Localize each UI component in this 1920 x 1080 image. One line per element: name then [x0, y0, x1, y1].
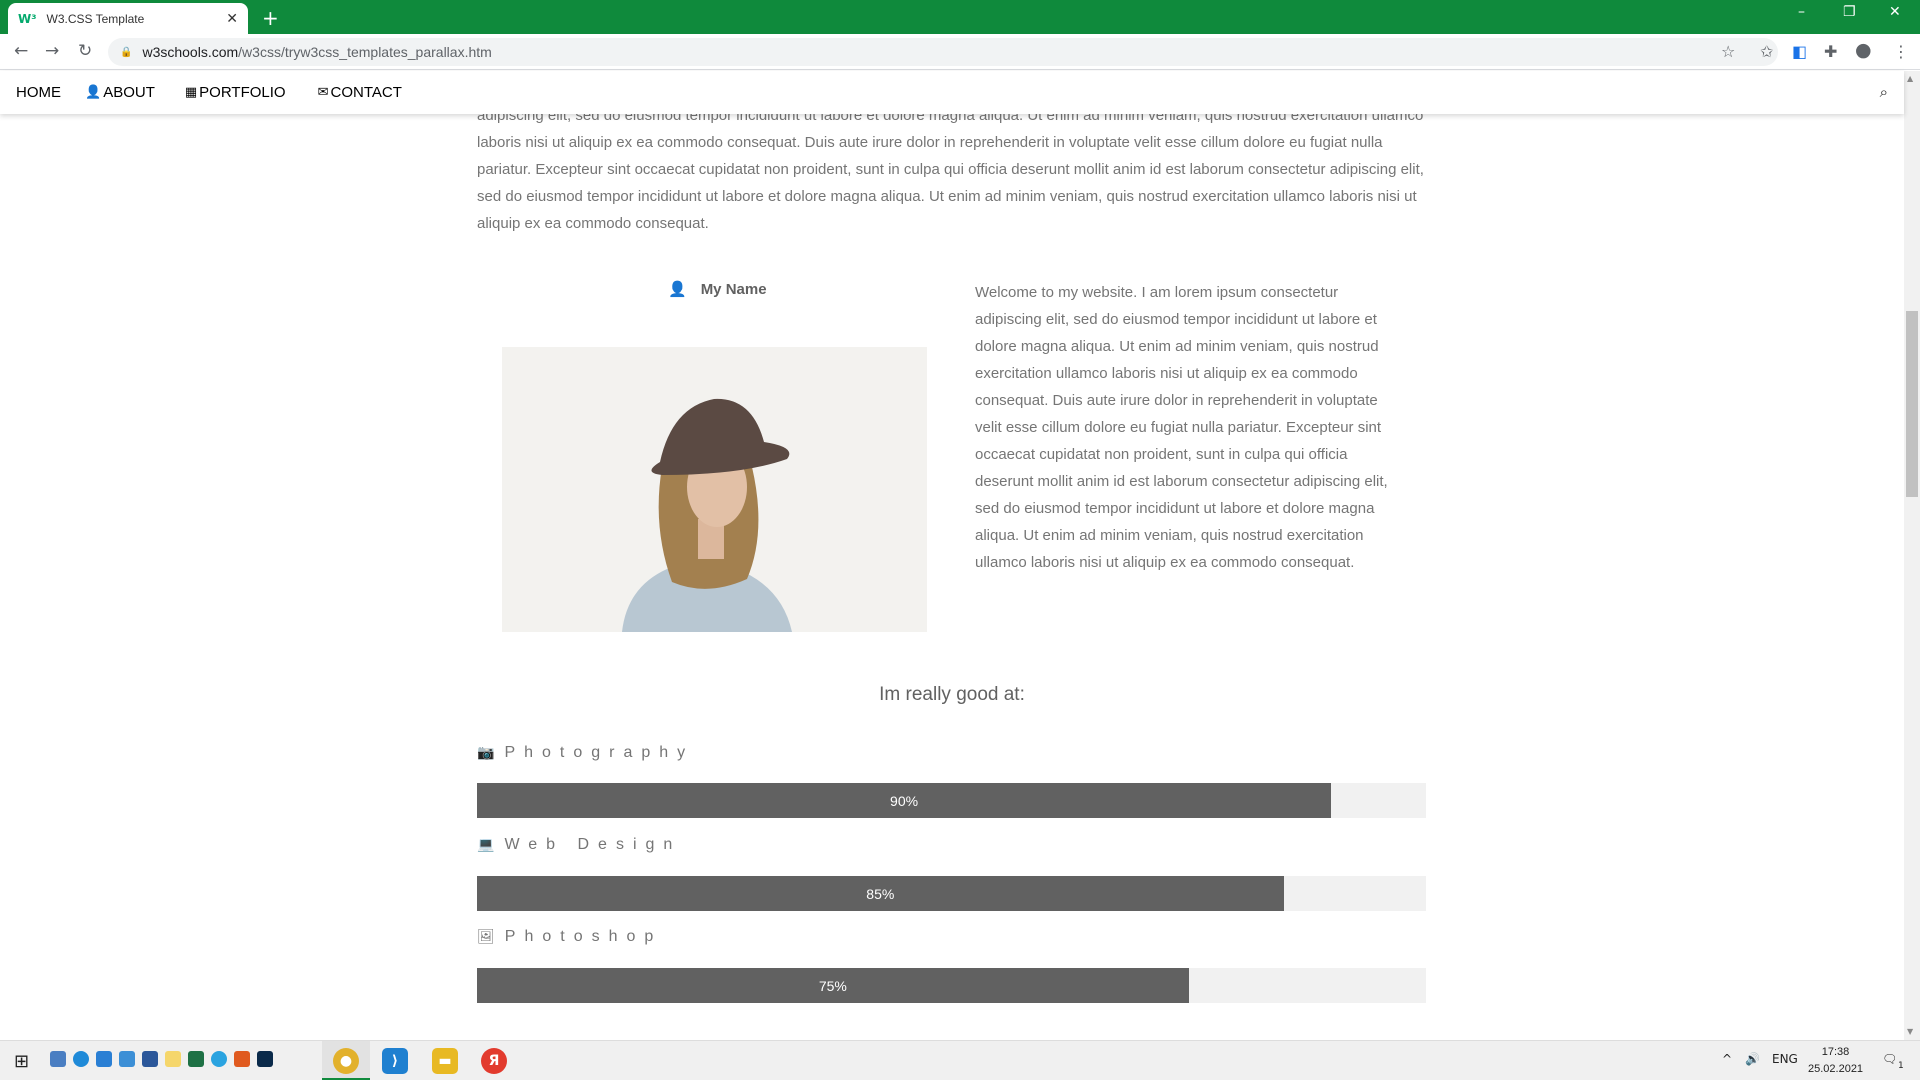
- skill-bar-web-design: 85%: [477, 876, 1426, 911]
- tab-close-icon[interactable]: ✕: [226, 11, 238, 27]
- site-navbar: HOME 👤 ABOUT ▦ PORTFOLIO ✉ CONTACT ⌕: [0, 71, 1904, 114]
- url-path: /w3css/tryw3css_templates_parallax.htm: [238, 44, 492, 60]
- envelope-icon: ✉: [317, 85, 329, 100]
- profile-name-text: My Name: [700, 281, 767, 298]
- telegram-icon[interactable]: [211, 1051, 227, 1067]
- nav-home-link[interactable]: HOME: [0, 71, 77, 114]
- skill-percent: 90%: [890, 792, 919, 809]
- nav-contact-label: CONTACT: [330, 84, 402, 101]
- forward-arrow-icon[interactable]: →: [45, 41, 59, 61]
- vscode-icon[interactable]: ⟩: [382, 1048, 408, 1074]
- file-explorer-icon[interactable]: ▬: [432, 1048, 458, 1074]
- user-icon: 👤: [85, 85, 102, 100]
- url-host: w3schools.com: [142, 44, 239, 60]
- clock-time: 17:38: [1821, 1046, 1850, 1058]
- nav-portfolio-label: PORTFOLIO: [199, 84, 286, 101]
- skill-bar-photoshop: 75%: [477, 968, 1426, 1003]
- nav-contact-link[interactable]: ✉ CONTACT: [302, 71, 418, 114]
- vscode-small-icon[interactable]: [96, 1051, 112, 1067]
- window-close-button[interactable]: ✕: [1889, 4, 1901, 20]
- notification-center-icon[interactable]: 🗨: [1882, 1052, 1897, 1066]
- bookmark-star-icon[interactable]: ☆: [1721, 42, 1735, 61]
- skill-percent: 85%: [866, 885, 895, 902]
- windows-start-icon[interactable]: ⊞: [14, 1051, 29, 1072]
- edge-browser-icon[interactable]: [73, 1051, 89, 1067]
- grid-icon: ▦: [184, 85, 198, 100]
- laptop-icon: 💻: [477, 837, 495, 853]
- scroll-down-arrow-icon[interactable]: ▼: [1907, 1027, 1913, 1036]
- menu-kebab-icon[interactable]: ⋮: [1893, 42, 1909, 61]
- sublime-icon[interactable]: [234, 1051, 250, 1067]
- image-icon: 🖼: [477, 929, 495, 945]
- profile-avatar-icon[interactable]: ●: [1855, 39, 1872, 61]
- reading-list-icon[interactable]: ✩: [1760, 42, 1773, 61]
- skill-label-web-design: 💻 Web Design: [477, 836, 681, 854]
- bio-paragraph: Welcome to my website. I am lorem ipsum …: [975, 284, 1388, 571]
- skill-label-photoshop: 🖼 Photoshop: [477, 928, 662, 946]
- back-arrow-icon[interactable]: ←: [14, 41, 28, 61]
- user-icon: 👤: [668, 280, 687, 298]
- camera-icon: 📷: [477, 745, 495, 761]
- skill-name: Photoshop: [504, 928, 663, 945]
- translate-extension-icon[interactable]: ◧: [1792, 42, 1807, 61]
- tab-title: W3.CSS Template: [46, 11, 145, 26]
- reload-icon[interactable]: ↻: [78, 41, 92, 61]
- skill-fill: 90%: [477, 783, 1332, 818]
- notes-icon[interactable]: [165, 1051, 181, 1067]
- scrollbar-thumb[interactable]: [1906, 311, 1918, 497]
- clock-date: 25.02.2021: [1808, 1063, 1864, 1075]
- nav-home-label: HOME: [16, 84, 61, 101]
- skill-fill: 85%: [477, 876, 1284, 911]
- browser-tab[interactable]: W³ W3.CSS Template ✕: [8, 3, 248, 34]
- word-icon[interactable]: [142, 1051, 158, 1067]
- page-scrollbar[interactable]: ▲ ▼: [1904, 71, 1920, 1040]
- search-icon[interactable]: ⌕: [1880, 83, 1888, 101]
- windows-taskbar: ⊞ ● ⟩ ▬ Я ^ 🔊 ENG 17:38 25.02.2021 🗨 1: [0, 1040, 1920, 1080]
- window-minimize-button[interactable]: –: [1798, 4, 1805, 20]
- pinned-app-icon[interactable]: [50, 1051, 66, 1067]
- window-maximize-button[interactable]: ❐: [1843, 4, 1856, 20]
- input-language[interactable]: ENG: [1772, 1052, 1798, 1066]
- page-content: adipiscing elit, sed do eiusmod tempor i…: [0, 114, 1904, 1040]
- nav-portfolio-link[interactable]: ▦ PORTFOLIO: [171, 71, 302, 114]
- profile-photo: [502, 347, 927, 632]
- w3schools-favicon-icon: W³: [18, 11, 37, 26]
- skill-name: Web Design: [504, 836, 682, 853]
- skill-label-photography: 📷 Photography: [477, 744, 694, 762]
- lock-icon: 🔒: [120, 46, 133, 58]
- chrome-icon: ●: [333, 1048, 359, 1074]
- profile-name: 👤 My Name: [668, 280, 767, 298]
- nav-about-label: ABOUT: [103, 84, 155, 101]
- intro-paragraph: adipiscing elit, sed do eiusmod tempor i…: [477, 114, 1424, 232]
- skill-percent: 75%: [818, 977, 847, 994]
- nav-about-link[interactable]: 👤 ABOUT: [77, 71, 171, 114]
- address-bar[interactable]: 🔒 w3schools.com/w3css/tryw3css_templates…: [108, 38, 1778, 66]
- scroll-up-arrow-icon[interactable]: ▲: [1907, 74, 1913, 83]
- skill-fill: 75%: [477, 968, 1189, 1003]
- photoshop-icon[interactable]: [257, 1051, 273, 1067]
- yandex-browser-icon[interactable]: Я: [481, 1048, 507, 1074]
- skill-name: Photography: [504, 744, 695, 761]
- browser-toolbar: ← → ↻ 🔒 w3schools.com/w3css/tryw3css_tem…: [0, 34, 1920, 70]
- skill-bar-photography: 90%: [477, 783, 1426, 818]
- extensions-puzzle-icon[interactable]: ✚: [1824, 42, 1837, 61]
- volume-icon[interactable]: 🔊: [1745, 1052, 1760, 1066]
- tray-chevron-icon[interactable]: ^: [1722, 1052, 1732, 1066]
- new-tab-button[interactable]: +: [262, 6, 279, 30]
- system-clock[interactable]: 17:38 25.02.2021: [1808, 1044, 1863, 1078]
- excel-icon[interactable]: [188, 1051, 204, 1067]
- skills-heading: Im really good at:: [879, 684, 1025, 705]
- browser-tab-strip: W³ W3.CSS Template ✕ + – ❐ ✕: [0, 0, 1920, 34]
- notification-count-badge: 1: [1898, 1061, 1904, 1071]
- monitor-icon[interactable]: [119, 1051, 135, 1067]
